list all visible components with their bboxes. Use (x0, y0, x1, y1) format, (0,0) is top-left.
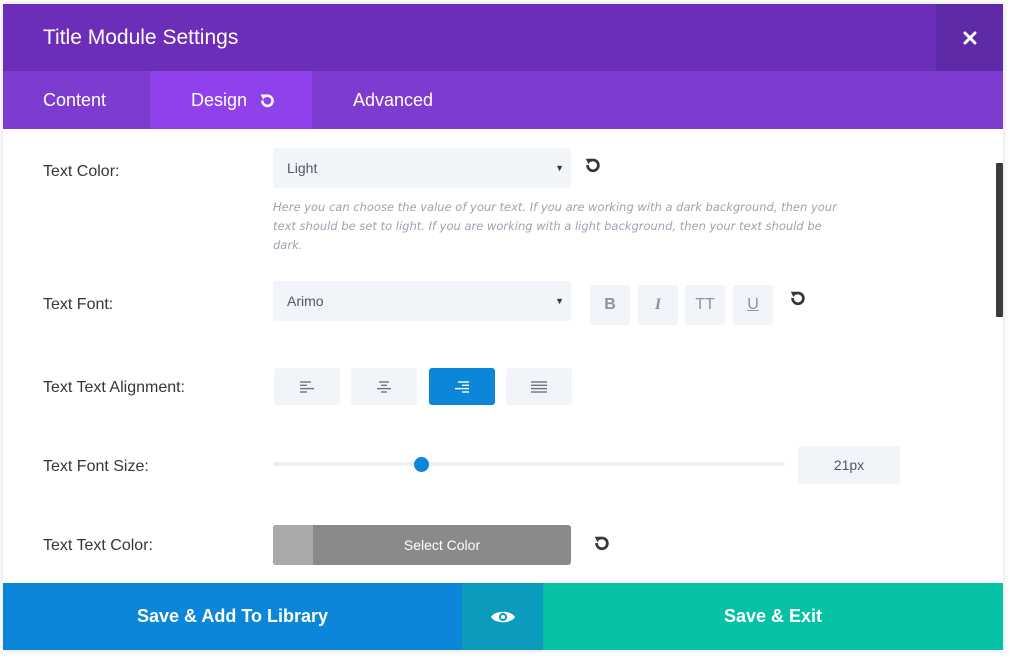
save-exit-label: Save & Exit (723, 606, 823, 626)
settings-panel: Text Color: Light ▼ Here you can choose … (3, 129, 1003, 583)
text-alignment-label: Text Text Alignment: (43, 379, 185, 396)
tab-design[interactable]: Design (150, 71, 312, 129)
tab-content-label: Content (43, 90, 107, 110)
reset-icon[interactable] (593, 534, 611, 552)
tab-content[interactable]: Content (3, 71, 150, 129)
bold-button[interactable]: B (590, 285, 630, 325)
close-icon (963, 31, 976, 44)
text-color-select[interactable]: Light ▼ (273, 148, 571, 188)
underline-button[interactable]: U (733, 285, 773, 325)
chevron-down-icon: ▼ (555, 296, 564, 306)
text-text-color-label: Text Text Color: (43, 537, 153, 554)
save-exit-button[interactable]: Save & Exit (543, 583, 1003, 650)
modal-header: Title Module Settings (3, 4, 1003, 71)
italic-icon: I (654, 296, 662, 313)
reset-icon[interactable] (789, 289, 807, 307)
font-size-slider-handle[interactable] (413, 457, 429, 472)
text-color-value: Light (287, 160, 318, 176)
undo-icon[interactable] (259, 92, 276, 109)
save-add-to-library-label: Save & Add To Library (136, 606, 329, 626)
tab-design-label: Design (191, 90, 248, 110)
uppercase-button[interactable]: TT (685, 285, 725, 325)
text-font-value: Arimo (287, 293, 324, 309)
eye-icon (490, 611, 515, 622)
text-font-size-label: Text Font Size: (43, 458, 149, 475)
text-font-label: Text Font: (43, 296, 114, 313)
align-left-icon (300, 380, 314, 393)
color-swatch (273, 525, 313, 565)
align-left-button[interactable] (274, 368, 340, 405)
chevron-down-icon: ▼ (555, 163, 564, 173)
text-color-label: Text Color: (43, 163, 120, 180)
preview-button[interactable] (462, 583, 543, 650)
align-center-button[interactable] (351, 368, 417, 405)
align-right-button[interactable] (429, 368, 495, 405)
modal-title: Title Module Settings (43, 26, 239, 49)
align-justify-icon (531, 380, 547, 393)
select-color-button[interactable]: Select Color (273, 525, 571, 565)
bold-icon: B (604, 296, 616, 313)
tab-advanced[interactable]: Advanced (312, 71, 462, 129)
tab-bar: Content Design Advanced (3, 71, 1003, 129)
text-color-description: Here you can choose the value of your te… (273, 200, 837, 252)
font-size-input[interactable]: 21px (798, 446, 900, 484)
close-button[interactable] (936, 4, 1003, 71)
scrollbar[interactable] (996, 163, 1003, 317)
font-size-slider-track[interactable] (273, 462, 785, 466)
underline-icon: U (747, 296, 759, 313)
tab-advanced-label: Advanced (353, 90, 434, 110)
italic-button[interactable]: I (638, 285, 678, 325)
text-font-select[interactable]: Arimo ▼ (273, 281, 571, 321)
align-center-icon (377, 380, 391, 393)
modal-footer: Save & Add To Library Save & Exit (3, 583, 1003, 650)
reset-icon[interactable] (584, 156, 602, 174)
align-justify-button[interactable] (506, 368, 572, 405)
settings-modal: Title Module Settings Content Design Adv… (3, 4, 1003, 650)
align-right-icon (455, 380, 469, 393)
select-color-label: Select Color (403, 537, 481, 553)
save-add-to-library-button[interactable]: Save & Add To Library (3, 583, 462, 650)
uppercase-icon: TT (695, 296, 715, 313)
